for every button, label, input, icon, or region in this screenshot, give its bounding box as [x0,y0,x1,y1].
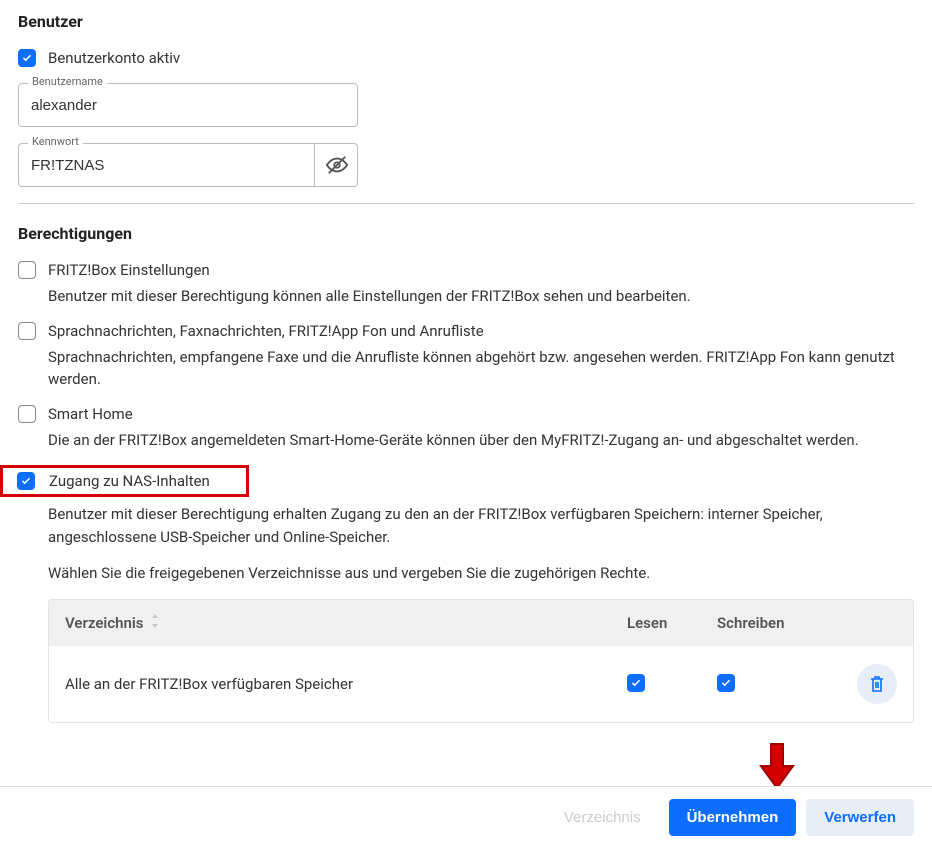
trash-icon [869,675,885,693]
nas-table: Verzeichnis Lesen Schreiben Alle an der … [48,599,914,723]
perm-voicemail: Sprachnachrichten, Faxnachrichten, FRITZ… [18,322,914,391]
table-header: Verzeichnis Lesen Schreiben [49,600,913,646]
write-checkbox[interactable] [717,674,735,692]
username-field: Benutzername [18,83,358,127]
add-directory-button[interactable]: Verzeichnis [546,799,659,836]
perm-desc: Benutzer mit dieser Berechtigung können … [48,285,914,308]
perm-label: Smart Home [48,405,133,423]
section-perms-title: Berechtigungen [18,224,914,243]
perm-nas: Zugang zu NAS-Inhalten Benutzer mit dies… [18,465,914,723]
delete-button[interactable] [857,664,897,704]
user-active-checkbox[interactable] [18,49,36,67]
password-float-label: Kennwort [28,135,83,148]
highlight-annotation: Zugang zu NAS-Inhalten [0,465,249,497]
perm-desc: Die an der FRITZ!Box angemeldeten Smart-… [48,429,914,452]
perm-smarthome: Smart Home Die an der FRITZ!Box angemeld… [18,405,914,452]
password-input[interactable] [18,143,358,187]
eye-slash-icon[interactable] [314,143,358,187]
perm-label: FRITZ!Box Einstellungen [48,261,210,279]
perm-checkbox[interactable] [17,472,35,490]
perm-fritzbox-settings: FRITZ!Box Einstellungen Benutzer mit die… [18,261,914,308]
apply-button[interactable]: Übernehmen [669,799,797,836]
table-row: Alle an der FRITZ!Box verfügbaren Speich… [49,646,913,722]
perm-checkbox[interactable] [18,261,36,279]
read-checkbox[interactable] [627,674,645,692]
user-active-label: Benutzerkonto aktiv [48,49,180,67]
perm-label: Sprachnachrichten, Faxnachrichten, FRITZ… [48,322,484,340]
footer-bar: Verzeichnis Übernehmen Verwerfen [0,786,932,848]
perm-checkbox[interactable] [18,405,36,423]
col-read-label: Lesen [627,614,717,632]
username-float-label: Benutzername [28,75,107,88]
section-user-title: Benutzer [18,12,914,31]
divider [18,203,914,204]
col-dir-label: Verzeichnis [65,614,144,632]
perm-desc: Sprachnachrichten, empfangene Faxe und d… [48,346,914,391]
perm-checkbox[interactable] [18,322,36,340]
nas-instruction: Wählen Sie die freigegebenen Verzeichnis… [48,562,914,585]
password-field: Kennwort [18,143,358,187]
perm-label: Zugang zu NAS-Inhalten [49,472,240,490]
username-input[interactable] [18,83,358,127]
perm-desc: Benutzer mit dieser Berechtigung erhalte… [48,503,914,548]
discard-button[interactable]: Verwerfen [806,799,914,836]
col-write-label: Schreiben [717,614,837,632]
user-active-row: Benutzerkonto aktiv [18,49,914,67]
sort-icon[interactable] [150,614,160,632]
dir-name: Alle an der FRITZ!Box verfügbaren Speich… [65,675,627,693]
